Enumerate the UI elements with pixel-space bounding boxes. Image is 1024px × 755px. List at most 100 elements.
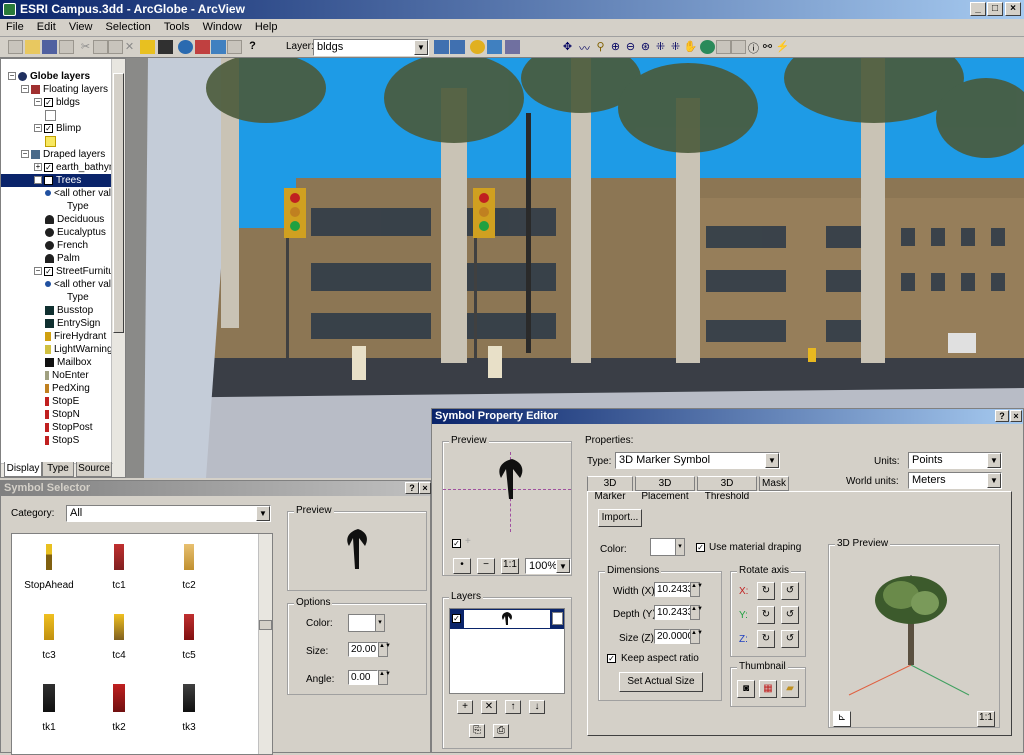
tab-source[interactable]: Source	[76, 462, 112, 477]
collapse-icon[interactable]: −	[21, 85, 29, 94]
help-button[interactable]: ?	[405, 482, 419, 494]
toc-street-pedxing[interactable]: PedXing	[45, 382, 90, 395]
zoom-in-button[interactable]: •	[453, 558, 471, 574]
color-swatch[interactable]	[348, 614, 376, 632]
rotate-x-ccw-icon[interactable]: ↺	[781, 582, 799, 600]
zoom-dropdown[interactable]: 100% ▼	[525, 558, 571, 574]
chevron-down-icon[interactable]: ▼	[765, 453, 779, 468]
toc-draped-layers[interactable]: − Draped layers	[21, 148, 105, 161]
width-input[interactable]: 10.2433	[654, 582, 693, 597]
move-down-button[interactable]: ↓	[529, 700, 545, 714]
zoom-out-fixed-icon[interactable]: ⁜	[668, 40, 683, 54]
copy-layer-button[interactable]: ⎘	[469, 724, 485, 738]
category-dropdown[interactable]: All ▼	[66, 505, 271, 522]
close-button[interactable]: ×	[419, 482, 431, 494]
checkbox-trees[interactable]: ✓	[44, 175, 53, 185]
units-dropdown[interactable]: Points ▼	[908, 452, 1002, 469]
center-icon[interactable]: ⊛	[638, 40, 653, 54]
new-icon[interactable]	[8, 40, 23, 54]
collapse-icon[interactable]: −	[8, 72, 16, 81]
collapse-icon[interactable]: −	[34, 176, 42, 185]
open-folder-icon[interactable]: ▰	[781, 680, 799, 698]
type-dropdown[interactable]: 3D Marker Symbol ▼	[615, 452, 780, 469]
toc-scrollbar[interactable]	[111, 59, 125, 477]
paste-layer-button[interactable]: ⎙	[493, 724, 509, 738]
toc-street-stope[interactable]: StopE	[45, 395, 79, 408]
size-input[interactable]: 20.00	[348, 642, 378, 657]
toc-layer-bldgs[interactable]: − ✓ bldgs	[34, 96, 80, 109]
toc-street-stopn[interactable]: StopN	[45, 408, 80, 421]
symbol-item[interactable]: tc5	[164, 614, 214, 661]
zoom-in-fixed-icon[interactable]: ⁜	[653, 40, 668, 54]
toc-street-noenter[interactable]: NoEnter	[45, 369, 89, 382]
toc-blimp-symbol[interactable]	[45, 135, 59, 148]
toc-street-stops[interactable]: StopS	[45, 434, 79, 447]
zoom-in-icon[interactable]: ⊕	[608, 40, 623, 54]
toc-tree-eucalyptus[interactable]: Eucalyptus	[45, 226, 106, 239]
toc-globe-layers[interactable]: − Globe layers	[8, 70, 90, 83]
menu-tools[interactable]: Tools	[158, 19, 194, 33]
keep-aspect-checkbox[interactable]: ✓	[607, 654, 616, 663]
open-icon[interactable]	[25, 40, 40, 54]
world-units-dropdown[interactable]: Meters ▼	[908, 472, 1002, 489]
symbol-item[interactable]: tk3	[164, 684, 214, 733]
target-icon[interactable]: ⚲	[593, 40, 608, 54]
scrollbar-thumb[interactable]	[113, 73, 124, 333]
toolbox-icon[interactable]	[227, 40, 242, 54]
tab-3d-threshold[interactable]: 3D Threshold	[697, 476, 757, 502]
catalog-icon[interactable]	[211, 40, 226, 54]
menu-file[interactable]: File	[0, 19, 28, 33]
toc-layer-blimp[interactable]: − ✓ Blimp	[34, 122, 81, 135]
swipe-icon[interactable]	[434, 40, 449, 54]
full-extent-icon[interactable]	[158, 40, 173, 54]
rotate-z-ccw-icon[interactable]: ↺	[781, 630, 799, 648]
symbol-item[interactable]: tk1	[24, 684, 74, 733]
lighting-icon[interactable]	[505, 40, 520, 54]
camera-icon[interactable]: ◙	[737, 680, 755, 698]
actual-size-button[interactable]: 1:1	[501, 558, 519, 574]
zoom-out-icon[interactable]: ⊖	[623, 40, 638, 54]
full-globe-icon[interactable]	[700, 40, 715, 54]
menu-view[interactable]: View	[63, 19, 97, 33]
toc-street-lightwarning[interactable]: LightWarning	[45, 343, 113, 356]
symbol-item[interactable]: tc2	[164, 544, 214, 591]
menu-help[interactable]: Help	[249, 19, 282, 33]
globe-icon[interactable]	[178, 40, 193, 54]
move-up-button[interactable]: ↑	[505, 700, 521, 714]
toc-layer-streetfurniture[interactable]: − ✓ StreetFurniture	[34, 265, 123, 278]
pan-icon[interactable]: ✋	[683, 40, 698, 54]
zoom-out-button[interactable]: −	[477, 558, 495, 574]
find-icon[interactable]: ⚯	[760, 40, 775, 54]
scrollbar-thumb[interactable]	[259, 620, 272, 630]
checkbox-bldgs[interactable]: ✓	[44, 97, 53, 107]
rotate-y-cw-icon[interactable]: ↻	[757, 606, 775, 624]
maximize-button[interactable]: □	[987, 2, 1003, 16]
import-button[interactable]: Import...	[598, 509, 642, 527]
toc-tree-deciduous[interactable]: Deciduous	[45, 213, 104, 226]
tab-display[interactable]: Display	[4, 462, 42, 477]
layers-icon[interactable]	[195, 40, 210, 54]
symbol-item[interactable]: StopAhead	[24, 544, 74, 591]
layer-dropdown[interactable]: bldgs ▼	[313, 39, 429, 56]
chevron-down-icon[interactable]: ▼	[987, 453, 1001, 468]
copy-icon[interactable]	[93, 40, 108, 54]
select-icon[interactable]	[731, 40, 746, 54]
previous-extent-icon[interactable]	[716, 40, 731, 54]
symbol-item[interactable]: tc4	[94, 614, 144, 661]
flicker-icon[interactable]	[450, 40, 465, 54]
use-material-checkbox[interactable]: ✓	[696, 543, 705, 552]
color-dropdown[interactable]: ▾	[375, 614, 385, 632]
width-stepper[interactable]: ▲▼	[690, 582, 703, 597]
toc-tree-french[interactable]: French	[45, 239, 88, 252]
help-button[interactable]: ?	[995, 410, 1009, 422]
remove-layer-button[interactable]: ✕	[481, 700, 497, 714]
depth-stepper[interactable]: ▲▼	[690, 605, 703, 620]
set-actual-size-button[interactable]: Set Actual Size	[619, 672, 703, 692]
blimp-symbol-swatch[interactable]	[45, 135, 56, 147]
print-icon[interactable]	[59, 40, 74, 54]
paste-icon[interactable]	[108, 40, 123, 54]
tab-mask[interactable]: Mask	[759, 476, 789, 491]
cut-icon[interactable]: ✂	[78, 40, 93, 54]
toc-street-mailbox[interactable]: Mailbox	[45, 356, 91, 369]
collapse-icon[interactable]: −	[34, 98, 42, 107]
